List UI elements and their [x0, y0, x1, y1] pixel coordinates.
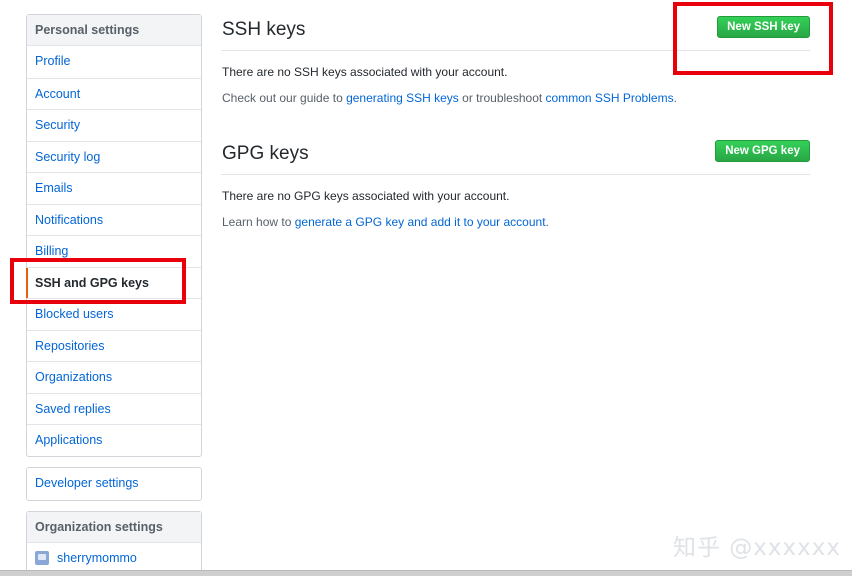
sidebar-item-applications[interactable]: Applications: [27, 424, 201, 456]
ssh-guide-suffix: .: [673, 91, 677, 105]
org-avatar-icon: [35, 550, 49, 565]
common-ssh-problems-link[interactable]: common SSH Problems: [546, 91, 674, 105]
ssh-guide-middle: or troubleshoot: [458, 91, 546, 105]
new-ssh-key-highlight-box: [673, 2, 833, 75]
gpg-learn-suffix: .: [545, 215, 549, 229]
org-name-label: sherrymommo: [57, 551, 137, 565]
sidebar-item-emails[interactable]: Emails: [27, 172, 201, 204]
gpg-learn-text: Learn how to generate a GPG key and add …: [222, 215, 549, 229]
sidebar-item-developer-settings[interactable]: Developer settings: [27, 468, 201, 500]
personal-settings-heading: Personal settings: [27, 15, 201, 46]
generate-gpg-key-link[interactable]: generate a GPG key and add it to your ac…: [295, 215, 546, 229]
sidebar-item-account[interactable]: Account: [27, 77, 201, 110]
gpg-learn-prefix: Learn how to: [222, 215, 295, 229]
generating-ssh-keys-link[interactable]: generating SSH keys: [346, 91, 459, 105]
sidebar-item-repositories[interactable]: Repositories: [27, 329, 201, 362]
ssh-gpg-menu-highlight-box: [10, 258, 186, 304]
gpg-keys-header: GPG keys New GPG key: [221, 138, 810, 175]
sidebar-item-security[interactable]: Security: [27, 109, 201, 141]
sidebar-item-notifications[interactable]: Notifications: [27, 203, 201, 236]
developer-settings-menu: Developer settings: [26, 467, 202, 501]
sidebar-item-org-sherrymommo[interactable]: sherrymommo: [27, 543, 201, 573]
sidebar-item-saved-replies[interactable]: Saved replies: [27, 392, 201, 425]
organization-settings-heading: Organization settings: [27, 512, 201, 543]
ssh-empty-message: There are no SSH keys associated with yo…: [222, 65, 508, 79]
gpg-keys-section: GPG keys New GPG key There are no GPG ke…: [221, 138, 810, 229]
ssh-guide-text: Check out our guide to generating SSH ke…: [222, 91, 677, 105]
zhihu-watermark: 知乎 @xxxxxx: [673, 535, 841, 561]
gpg-empty-message: There are no GPG keys associated with yo…: [222, 189, 510, 203]
bottom-taskbar-strip: [0, 570, 852, 576]
sidebar-item-security-log[interactable]: Security log: [27, 140, 201, 173]
organization-settings-menu: Organization settings sherrymommo: [26, 511, 202, 574]
sidebar-item-organizations[interactable]: Organizations: [27, 361, 201, 393]
gpg-keys-title: GPG keys: [222, 143, 309, 164]
ssh-keys-title: SSH keys: [222, 19, 306, 40]
ssh-guide-prefix: Check out our guide to: [222, 91, 347, 105]
personal-settings-menu: Personal settings Profile Account Securi…: [26, 14, 202, 457]
sidebar-item-profile[interactable]: Profile: [27, 46, 201, 78]
new-gpg-key-button[interactable]: New GPG key: [715, 140, 810, 162]
